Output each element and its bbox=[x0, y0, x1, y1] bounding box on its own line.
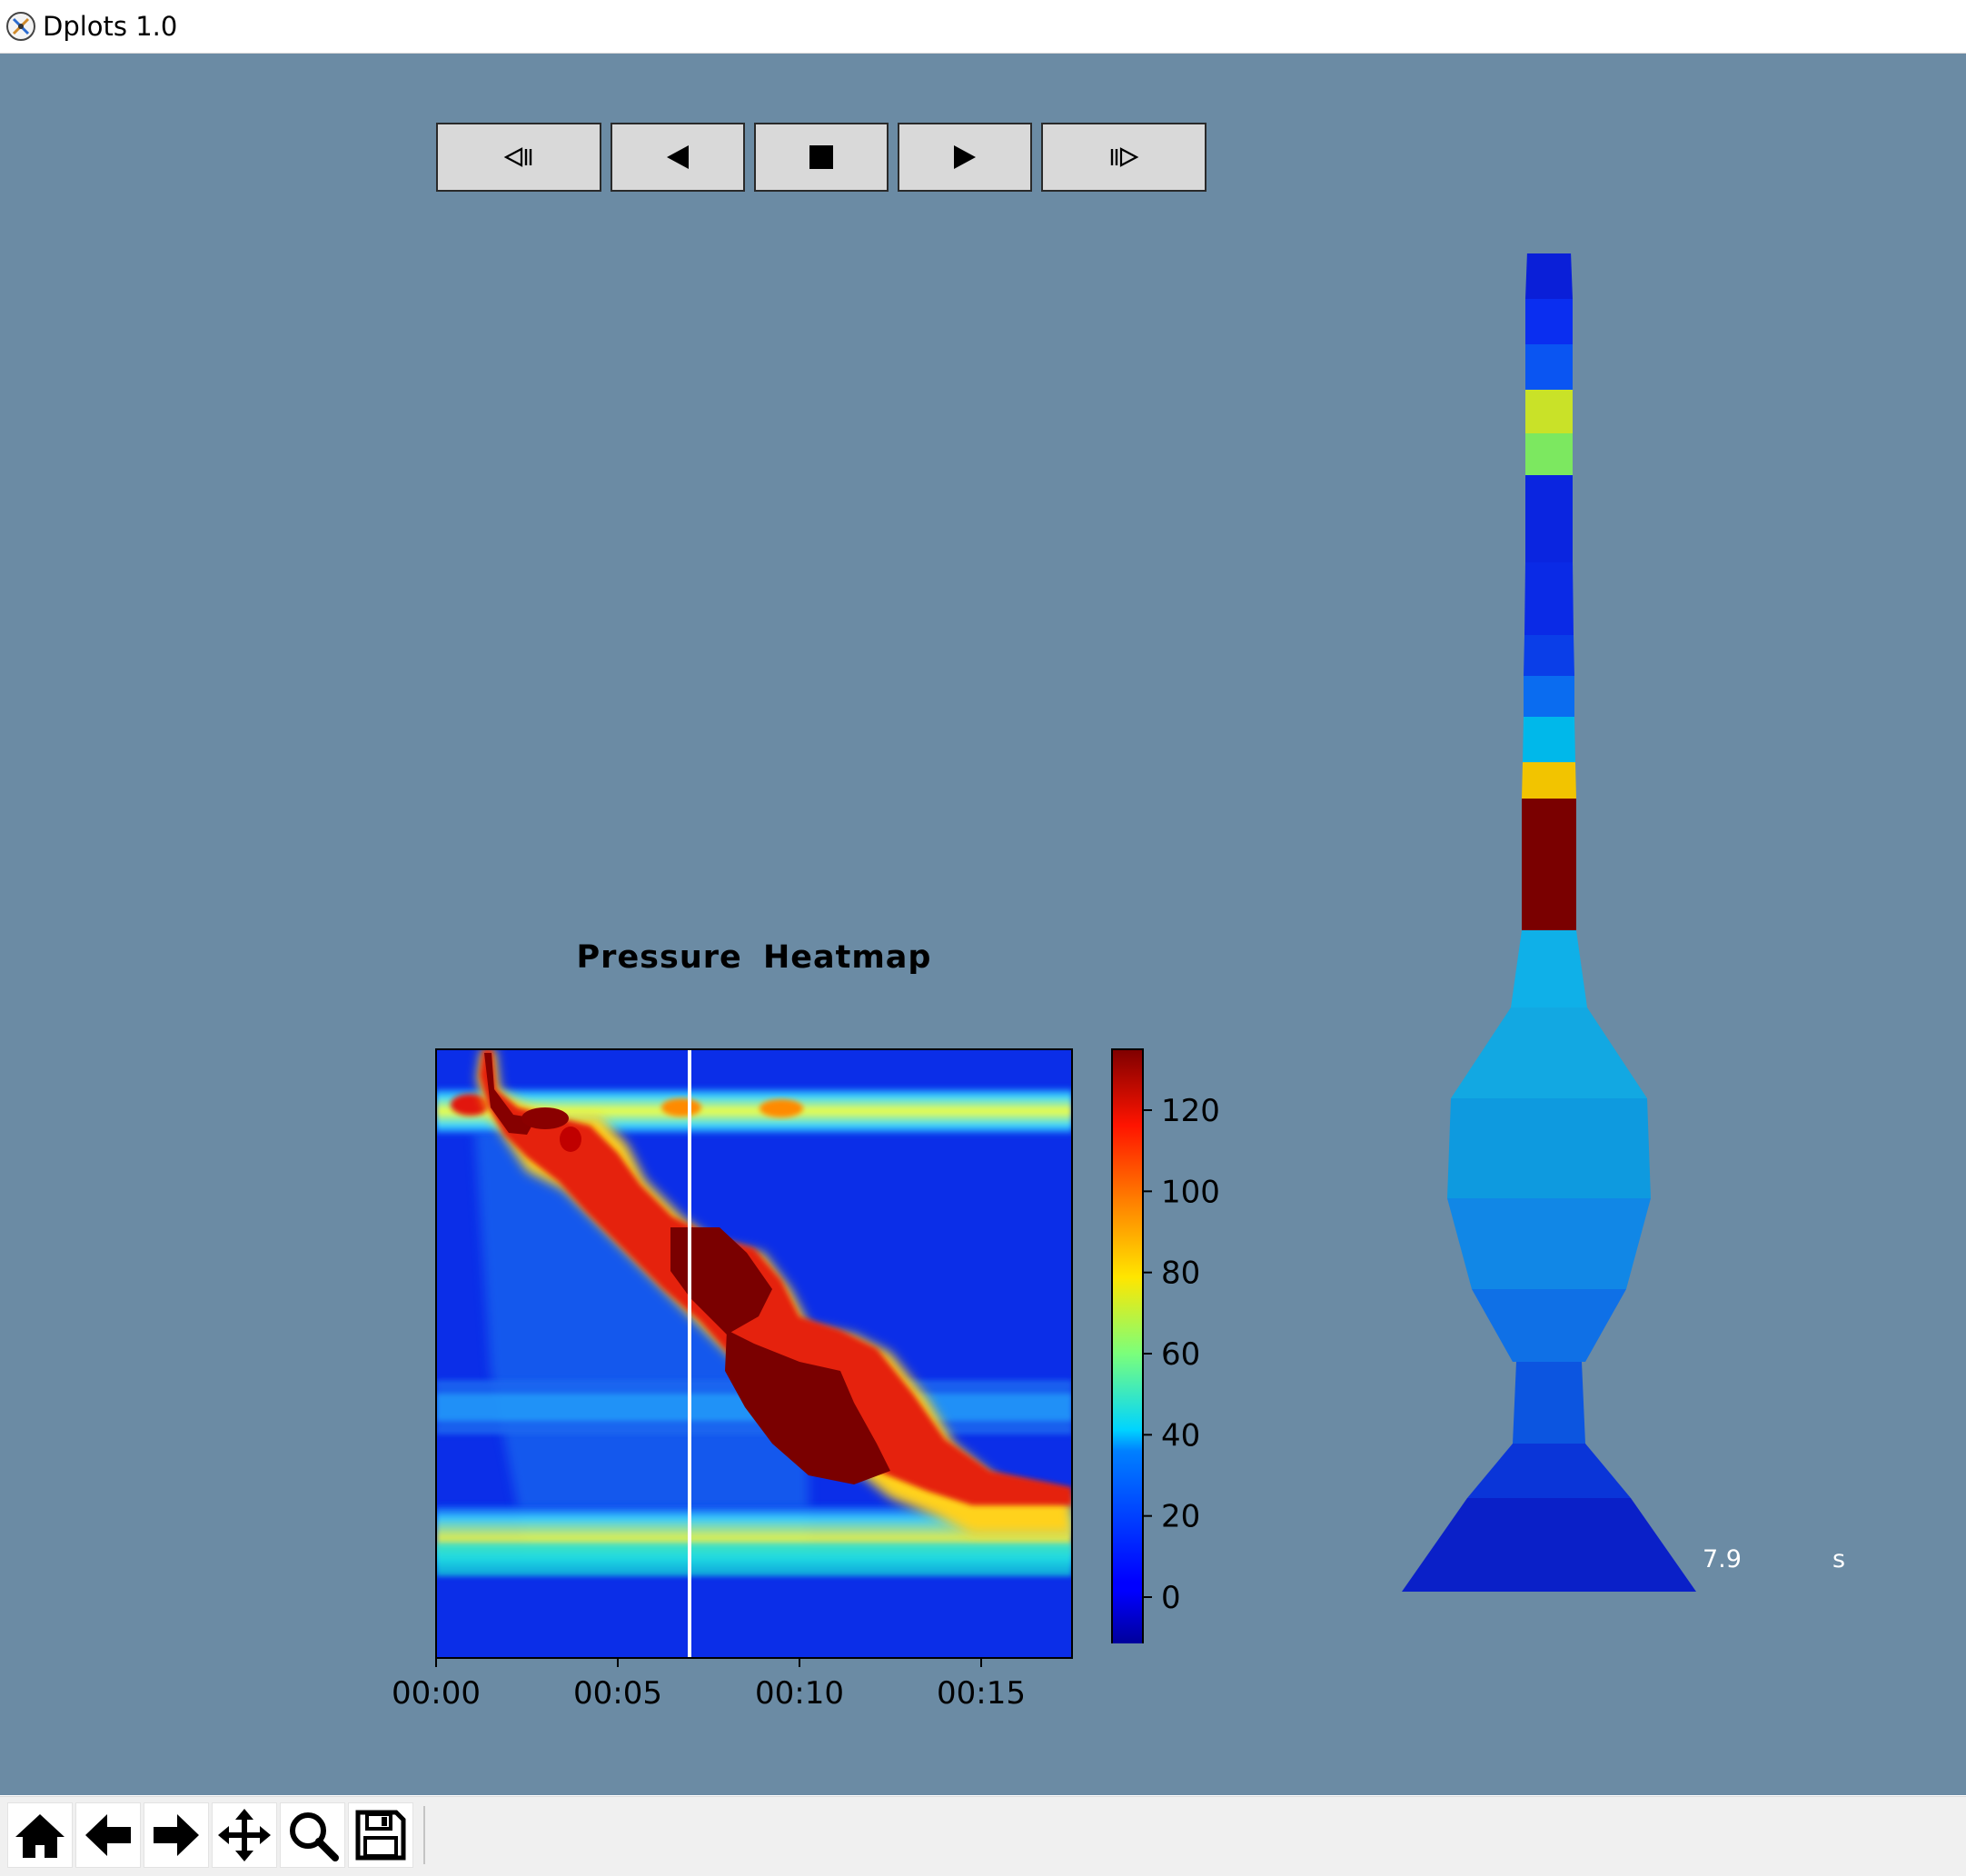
esophagus-segment bbox=[1523, 717, 1575, 762]
x-tick-label: 00:15 bbox=[937, 1675, 1026, 1712]
step-forward-icon bbox=[1110, 147, 1139, 167]
esophagus-segment bbox=[1525, 390, 1573, 433]
time-readout-value: 7.9 bbox=[1703, 1545, 1742, 1573]
esophagus-segment bbox=[1467, 1444, 1631, 1498]
step-back-icon bbox=[503, 147, 532, 167]
pan-button[interactable] bbox=[212, 1802, 277, 1868]
esophagus-segment bbox=[1525, 253, 1573, 299]
esophagus-segment bbox=[1525, 433, 1573, 475]
esophagus-segment bbox=[1522, 799, 1576, 930]
play-forward-button[interactable] bbox=[898, 123, 1032, 192]
toolbar-separator bbox=[423, 1806, 425, 1864]
floppy-disk-icon bbox=[355, 1810, 406, 1861]
pressure-heatmap[interactable]: 00:00 00:05 00:10 00:15 bbox=[382, 989, 1090, 1716]
esophagus-segment bbox=[1524, 676, 1574, 717]
heatmap-title: Pressure Heatmap bbox=[576, 939, 932, 976]
step-forward-button[interactable] bbox=[1041, 123, 1206, 192]
window-title: Dplots 1.0 bbox=[43, 11, 178, 42]
esophagus-segment bbox=[1511, 930, 1587, 1007]
pressure-colorbar: 120 100 80 60 40 20 0 bbox=[1111, 1048, 1220, 1643]
esophagus-segment bbox=[1524, 635, 1574, 676]
x-tick-label: 00:10 bbox=[755, 1675, 844, 1712]
x-tick-label: 00:05 bbox=[573, 1675, 662, 1712]
window-titlebar: Dplots 1.0 bbox=[0, 0, 1966, 54]
esophagus-segment bbox=[1472, 1289, 1626, 1362]
play-forward-icon bbox=[954, 145, 976, 169]
move-icon bbox=[218, 1809, 271, 1861]
arrow-left-icon bbox=[85, 1814, 131, 1856]
x-tick-label: 00:00 bbox=[392, 1675, 481, 1712]
esophagus-segment bbox=[1447, 1098, 1651, 1198]
esophagus-segment bbox=[1513, 1362, 1585, 1444]
esophagus-segment bbox=[1402, 1498, 1696, 1592]
esophagus-segment bbox=[1525, 299, 1573, 344]
colorbar-tick-label: 60 bbox=[1161, 1336, 1200, 1373]
navigation-toolbar bbox=[0, 1796, 1966, 1876]
esophagus-segment bbox=[1522, 762, 1576, 799]
colorbar-tick-label: 0 bbox=[1161, 1580, 1181, 1616]
stop-icon bbox=[809, 145, 833, 169]
figure-canvas[interactable]: Pressure Heatmap 00:00 00:05 00:10 00:15… bbox=[0, 54, 1966, 1795]
play-reverse-button[interactable] bbox=[611, 123, 745, 192]
play-reverse-icon bbox=[667, 145, 689, 169]
colorbar-tick-label: 20 bbox=[1161, 1499, 1200, 1535]
colorbar-tick-label: 40 bbox=[1161, 1417, 1200, 1454]
save-button[interactable] bbox=[348, 1802, 413, 1868]
colorbar-tick-label: 100 bbox=[1161, 1174, 1220, 1210]
colorbar-tick-label: 80 bbox=[1161, 1256, 1200, 1292]
home-button[interactable] bbox=[7, 1802, 73, 1868]
step-back-button[interactable] bbox=[436, 123, 601, 192]
zoom-button[interactable] bbox=[280, 1802, 345, 1868]
arrow-right-icon bbox=[154, 1814, 199, 1856]
back-button[interactable] bbox=[75, 1802, 141, 1868]
time-readout-unit: s bbox=[1832, 1545, 1846, 1573]
stop-button[interactable] bbox=[754, 123, 889, 192]
home-icon bbox=[15, 1814, 65, 1858]
colorbar-tick-label: 120 bbox=[1161, 1093, 1220, 1129]
esophagus-segment bbox=[1447, 1198, 1651, 1289]
esophagus-top-cap bbox=[1529, 253, 1569, 259]
esophagus-segment bbox=[1451, 1007, 1647, 1098]
esophagus-segment bbox=[1524, 562, 1574, 635]
colorbar-ticks: 120 100 80 60 40 20 0 bbox=[1143, 1093, 1220, 1616]
forward-button[interactable] bbox=[144, 1802, 209, 1868]
esophagus-model[interactable] bbox=[1390, 253, 1717, 1625]
esophagus-segment bbox=[1525, 475, 1573, 562]
esophagus-segment bbox=[1525, 344, 1573, 390]
dplots-app-icon bbox=[6, 12, 35, 41]
magnifier-icon bbox=[290, 1812, 339, 1861]
